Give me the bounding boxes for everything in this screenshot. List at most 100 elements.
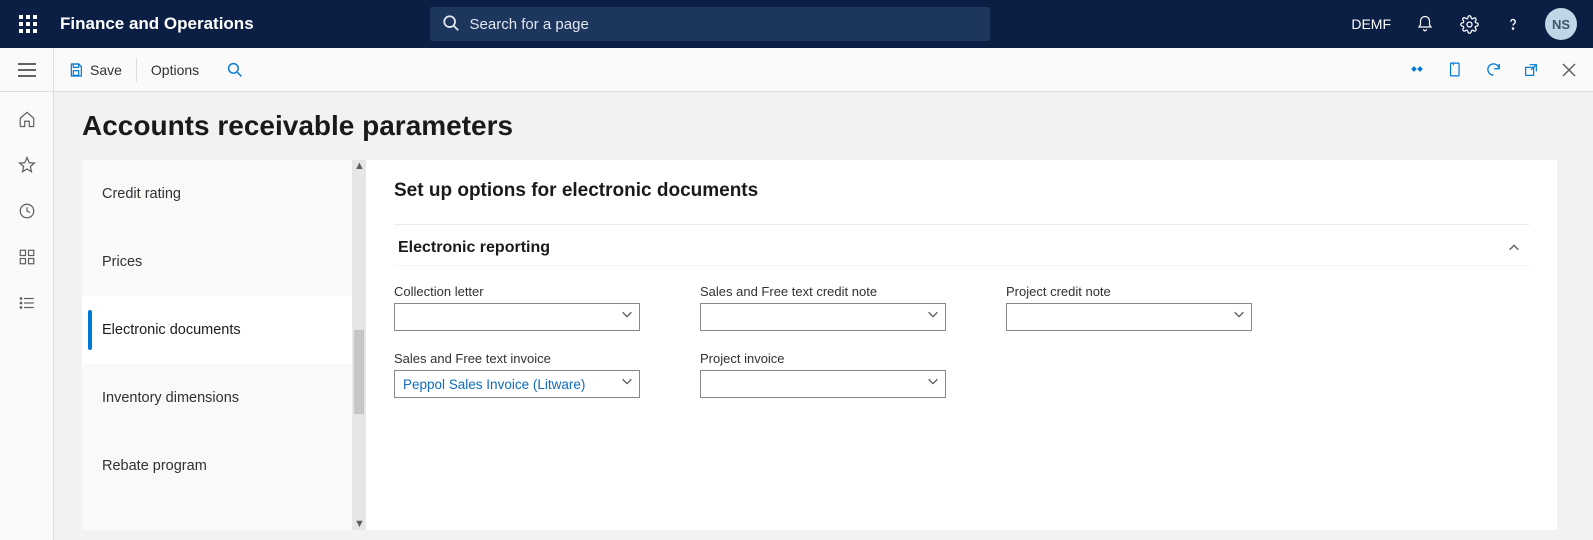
- search-input[interactable]: [430, 7, 990, 41]
- dropdown-button[interactable]: [620, 307, 634, 321]
- tab-label: Rebate program: [102, 458, 207, 474]
- chevron-down-icon: [620, 374, 634, 388]
- scroll-down-icon[interactable]: ▼: [354, 518, 365, 530]
- project-credit-note-combo[interactable]: [1006, 303, 1252, 331]
- notifications-button[interactable]: [1405, 0, 1445, 48]
- user-avatar[interactable]: NS: [1545, 8, 1577, 40]
- field-label: Project credit note: [1006, 284, 1252, 299]
- home-button[interactable]: [18, 110, 36, 128]
- gear-icon: [1460, 15, 1479, 34]
- parameter-section-tabs: Credit rating Prices Electronic document…: [82, 160, 352, 530]
- close-button[interactable]: [1551, 52, 1587, 88]
- project-invoice-input[interactable]: [700, 370, 946, 398]
- diamond-icon: [1409, 62, 1425, 78]
- close-icon: [1561, 62, 1577, 78]
- home-icon: [18, 110, 36, 128]
- help-button[interactable]: [1493, 0, 1533, 48]
- waffle-icon: [19, 15, 37, 33]
- field-label: Collection letter: [394, 284, 640, 299]
- group-header[interactable]: Electronic reporting: [394, 224, 1529, 266]
- dropdown-button[interactable]: [1232, 307, 1246, 321]
- favorites-button[interactable]: [18, 156, 36, 174]
- group-title: Electronic reporting: [394, 239, 1507, 257]
- sales-free-credit-note-input[interactable]: [700, 303, 946, 331]
- company-indicator[interactable]: DEMF: [1341, 16, 1401, 32]
- grid-icon: [18, 248, 36, 266]
- chevron-down-icon: [926, 374, 940, 388]
- personalize-button[interactable]: [1399, 52, 1435, 88]
- project-credit-note-input[interactable]: [1006, 303, 1252, 331]
- tab-electronic-documents[interactable]: Electronic documents: [82, 296, 352, 364]
- app-launcher-button[interactable]: [8, 0, 48, 48]
- refresh-icon: [1485, 61, 1502, 78]
- tab-prices[interactable]: Prices: [82, 228, 352, 296]
- modules-button[interactable]: [18, 294, 36, 312]
- popout-icon: [1523, 62, 1539, 78]
- chevron-up-icon: [1507, 241, 1521, 255]
- dropdown-button[interactable]: [926, 307, 940, 321]
- field-column-1: Collection letter Sales and Free text in…: [394, 284, 640, 398]
- tab-label: Inventory dimensions: [102, 390, 239, 406]
- field-label: Sales and Free text credit note: [700, 284, 946, 299]
- panel-wrap: Credit rating Prices Electronic document…: [82, 160, 1557, 530]
- collection-letter-input[interactable]: [394, 303, 640, 331]
- search-icon: [227, 62, 243, 78]
- settings-button[interactable]: [1449, 0, 1489, 48]
- field-label: Sales and Free text invoice: [394, 351, 640, 366]
- chevron-down-icon: [620, 307, 634, 321]
- search-icon: [442, 14, 460, 32]
- refresh-button[interactable]: [1475, 52, 1511, 88]
- field-column-2: Sales and Free text credit note Project …: [700, 284, 946, 398]
- attachments-button[interactable]: [1437, 52, 1473, 88]
- chevron-down-icon: [1232, 307, 1246, 321]
- global-search[interactable]: [430, 7, 990, 41]
- sales-free-credit-note-combo[interactable]: [700, 303, 946, 331]
- tab-label: Prices: [102, 254, 142, 270]
- field-column-3: Project credit note: [1006, 284, 1252, 398]
- sales-free-invoice-input[interactable]: [394, 370, 640, 398]
- command-bar-right: [1399, 52, 1587, 88]
- tab-inventory-dimensions[interactable]: Inventory dimensions: [82, 364, 352, 432]
- app-title: Finance and Operations: [60, 14, 254, 34]
- left-rail: [0, 92, 54, 540]
- popout-button[interactable]: [1513, 52, 1549, 88]
- section-title: Set up options for electronic documents: [394, 180, 1529, 202]
- tab-label: Electronic documents: [102, 322, 241, 338]
- content-area: Accounts receivable parameters Credit ra…: [54, 92, 1593, 540]
- save-icon: [68, 62, 84, 78]
- dropdown-button[interactable]: [620, 374, 634, 388]
- list-icon: [18, 294, 36, 312]
- options-button[interactable]: Options: [137, 48, 213, 92]
- hamburger-icon: [18, 63, 36, 77]
- tab-label: Credit rating: [102, 186, 181, 202]
- collapse-group-button[interactable]: [1507, 241, 1529, 255]
- page-title: Accounts receivable parameters: [82, 110, 1557, 142]
- tabs-scrollbar[interactable]: ▲ ▼: [352, 160, 366, 530]
- page-search-button[interactable]: [213, 48, 257, 92]
- workspaces-button[interactable]: [18, 248, 36, 266]
- tab-rebate-program[interactable]: Rebate program: [82, 432, 352, 500]
- project-invoice-combo[interactable]: [700, 370, 946, 398]
- field-sales-free-credit-note: Sales and Free text credit note: [700, 284, 946, 331]
- command-bar: Save Options: [0, 48, 1593, 92]
- tab-credit-rating[interactable]: Credit rating: [82, 160, 352, 228]
- scrollbar-thumb[interactable]: [354, 330, 364, 414]
- nav-toggle-button[interactable]: [0, 48, 54, 92]
- help-icon: [1504, 15, 1522, 33]
- save-label: Save: [90, 62, 122, 78]
- recent-button[interactable]: [18, 202, 36, 220]
- page-shell: Accounts receivable parameters Credit ra…: [0, 92, 1593, 540]
- sales-free-invoice-combo[interactable]: [394, 370, 640, 398]
- field-label: Project invoice: [700, 351, 946, 366]
- main-form-area: Set up options for electronic documents …: [366, 160, 1557, 530]
- dropdown-button[interactable]: [926, 374, 940, 388]
- scroll-up-icon[interactable]: ▲: [354, 160, 365, 172]
- bell-icon: [1416, 15, 1434, 33]
- save-button[interactable]: Save: [54, 48, 136, 92]
- attachment-icon: [1447, 61, 1464, 78]
- clock-icon: [18, 202, 36, 220]
- header-right-group: DEMF NS: [1341, 0, 1585, 48]
- collection-letter-combo[interactable]: [394, 303, 640, 331]
- field-collection-letter: Collection letter: [394, 284, 640, 331]
- star-icon: [18, 156, 36, 174]
